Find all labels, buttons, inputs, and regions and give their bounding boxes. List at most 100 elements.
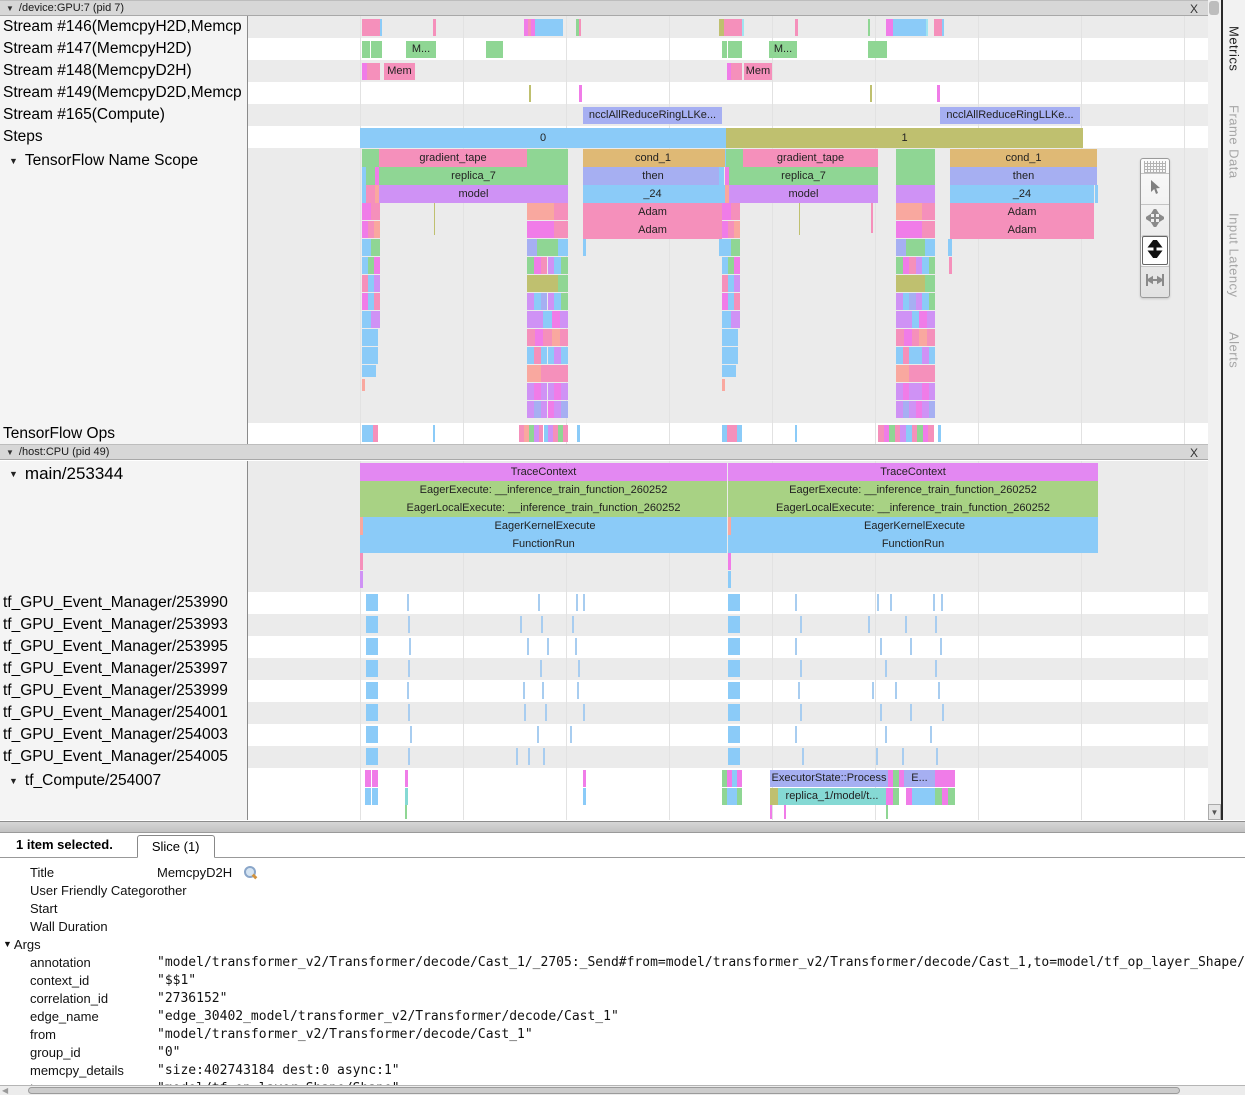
trace-event[interactable]: Adam (950, 221, 1094, 239)
trace-event[interactable] (896, 149, 935, 167)
trace-event[interactable] (728, 616, 740, 633)
trace-event[interactable] (930, 726, 932, 743)
track-label[interactable]: ▼main/253344 (0, 461, 247, 487)
trace-event[interactable] (896, 311, 935, 328)
close-icon[interactable]: X (1190, 2, 1198, 16)
trace-event[interactable] (728, 41, 742, 58)
trace-event[interactable] (583, 704, 585, 721)
trace-event[interactable] (877, 594, 879, 611)
trace-event[interactable] (722, 329, 738, 346)
trace-event[interactable] (362, 239, 380, 256)
trace-event[interactable] (728, 748, 740, 765)
trace-event[interactable] (578, 660, 580, 677)
horizontal-scrollbar[interactable]: ◀ (0, 1085, 1245, 1095)
panel-divider[interactable] (0, 821, 1245, 833)
trace-event[interactable] (572, 616, 574, 633)
trace-event[interactable]: replica_7 (729, 167, 878, 185)
trace-event[interactable] (405, 770, 408, 787)
trace-event[interactable] (722, 257, 740, 274)
trace-event[interactable] (722, 275, 740, 292)
trace-event[interactable] (936, 748, 938, 765)
trace-event[interactable] (722, 311, 740, 328)
trace-event[interactable] (527, 365, 568, 382)
trace-event[interactable] (942, 704, 944, 721)
trace-event[interactable] (876, 748, 878, 765)
trace-event[interactable] (795, 594, 797, 611)
trace-event[interactable] (527, 293, 568, 310)
trace-event[interactable] (433, 19, 436, 36)
trace-event[interactable] (583, 594, 585, 611)
track-label[interactable]: ▼tf_Compute/254007 (0, 768, 247, 794)
trace-event[interactable] (728, 726, 740, 743)
trace-event[interactable] (520, 616, 522, 633)
trace-event[interactable] (542, 682, 544, 699)
trace-event[interactable] (935, 660, 937, 677)
trace-event[interactable] (527, 257, 568, 274)
trace-event[interactable] (543, 748, 545, 765)
trace-event[interactable] (937, 85, 940, 102)
trace-event[interactable] (366, 185, 375, 203)
tab-slice[interactable]: Slice (1) (137, 835, 215, 858)
trace-event[interactable] (366, 616, 378, 633)
trace-event[interactable] (583, 770, 586, 787)
trace-event[interactable] (795, 19, 798, 36)
trace-event[interactable] (366, 682, 378, 699)
trace-event[interactable] (408, 748, 410, 765)
trace-event[interactable]: replica_7 (379, 167, 568, 185)
trace-event[interactable] (896, 239, 935, 256)
trace-event[interactable] (366, 726, 378, 743)
trace-event[interactable] (577, 425, 580, 442)
trace-event[interactable] (722, 788, 742, 805)
trace-event[interactable] (938, 425, 941, 442)
trace-event[interactable] (547, 638, 549, 655)
trace-event[interactable] (524, 704, 526, 721)
trace-event[interactable] (728, 660, 740, 677)
trace-event[interactable] (728, 594, 740, 611)
selection-tool-button[interactable] (1141, 173, 1169, 204)
trace-event[interactable] (362, 19, 380, 36)
trace-event[interactable]: cond_1 (583, 149, 723, 167)
trace-event[interactable] (949, 257, 952, 274)
trace-event[interactable] (722, 770, 742, 787)
trace-event[interactable] (871, 203, 873, 233)
trace-event[interactable] (728, 682, 740, 699)
trace-event[interactable]: EagerExecute: __inference_train_function… (360, 481, 727, 499)
trace-event[interactable] (538, 594, 540, 611)
trace-event[interactable] (362, 365, 376, 377)
search-icon[interactable] (244, 866, 257, 879)
trace-event[interactable] (366, 167, 375, 185)
trace-event[interactable]: TraceContext (728, 463, 1098, 481)
trace-event[interactable] (371, 41, 382, 58)
trace-event[interactable] (770, 788, 778, 805)
trace-event[interactable] (362, 221, 380, 238)
trace-event[interactable] (938, 682, 940, 699)
trace-event[interactable] (365, 770, 371, 787)
trace-event[interactable] (910, 704, 912, 721)
trace-event[interactable] (942, 19, 944, 36)
trace-event[interactable] (868, 616, 870, 633)
trace-event[interactable] (527, 221, 568, 238)
trace-event[interactable] (722, 203, 740, 220)
trace-event[interactable] (926, 19, 928, 36)
trace-event[interactable]: FunctionRun (728, 535, 1098, 553)
trace-event[interactable] (886, 788, 912, 805)
trace-event[interactable] (527, 275, 568, 292)
trace-event[interactable] (886, 19, 893, 36)
trace-event[interactable] (409, 638, 411, 655)
trace-event[interactable] (527, 401, 568, 418)
trace-event[interactable] (784, 805, 786, 819)
trace-event[interactable]: replica_1/model/t... (778, 788, 886, 805)
trace-event[interactable] (728, 638, 740, 655)
trace-event[interactable] (737, 425, 742, 442)
trace-event[interactable] (362, 275, 380, 292)
trace-event[interactable]: Mem (744, 63, 772, 80)
trace-event[interactable] (516, 748, 518, 765)
trace-event[interactable] (910, 638, 912, 655)
trace-event[interactable] (896, 383, 935, 400)
trace-event[interactable] (896, 365, 935, 382)
trace-event[interactable] (575, 638, 577, 655)
trace-event[interactable] (360, 571, 363, 588)
trace-event[interactable] (728, 553, 731, 570)
trace-event[interactable] (577, 682, 579, 699)
collapse-arrow-icon[interactable]: ▼ (9, 156, 18, 166)
